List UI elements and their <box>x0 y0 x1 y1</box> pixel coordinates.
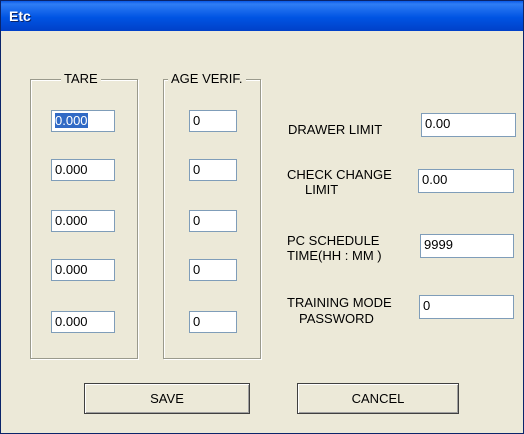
tare-legend: TARE <box>61 71 101 86</box>
tare-field-4[interactable]: 0.000 <box>51 259 115 281</box>
check-change-limit-label-line2: LIMIT <box>305 182 339 197</box>
training-mode-password-field[interactable]: 0 <box>419 295 514 319</box>
age-verif-field-4[interactable]: 0 <box>189 259 237 281</box>
training-mode-password-label-line1: TRAINING MODE <box>287 295 392 310</box>
save-button[interactable]: SAVE <box>84 383 250 414</box>
cancel-button[interactable]: CANCEL <box>297 383 459 414</box>
check-change-limit-label-line1: CHECK CHANGE <box>287 167 392 182</box>
tare-field-5[interactable]: 0.000 <box>51 311 115 333</box>
drawer-limit-field[interactable]: 0.00 <box>421 113 516 137</box>
age-verif-legend: AGE VERIF. <box>168 71 246 86</box>
drawer-limit-label: DRAWER LIMIT <box>288 122 383 137</box>
age-verif-field-3[interactable]: 0 <box>189 210 237 232</box>
tare-field-3[interactable]: 0.000 <box>51 210 115 232</box>
tare-field-2[interactable]: 0.000 <box>51 159 115 181</box>
pc-schedule-time-label-line2: TIME(HH : MM ) <box>287 248 382 263</box>
etc-dialog: Etc TARE 0.000 0.000 0.000 0.000 0.000 A… <box>0 0 524 434</box>
tare-field-1[interactable]: 0.000 <box>51 110 115 132</box>
training-mode-password-label-line2: PASSWORD <box>299 311 374 326</box>
title-bar[interactable]: Etc <box>1 1 523 31</box>
check-change-limit-field[interactable]: 0.00 <box>418 169 514 193</box>
window-title: Etc <box>9 8 31 24</box>
pc-schedule-time-field[interactable]: 9999 <box>420 234 514 258</box>
age-verif-field-5[interactable]: 0 <box>189 311 237 333</box>
age-verif-field-2[interactable]: 0 <box>189 159 237 181</box>
pc-schedule-time-label-line1: PC SCHEDULE <box>287 233 380 248</box>
age-verif-field-1[interactable]: 0 <box>189 110 237 132</box>
tare-field-1-value: 0.000 <box>55 113 88 128</box>
